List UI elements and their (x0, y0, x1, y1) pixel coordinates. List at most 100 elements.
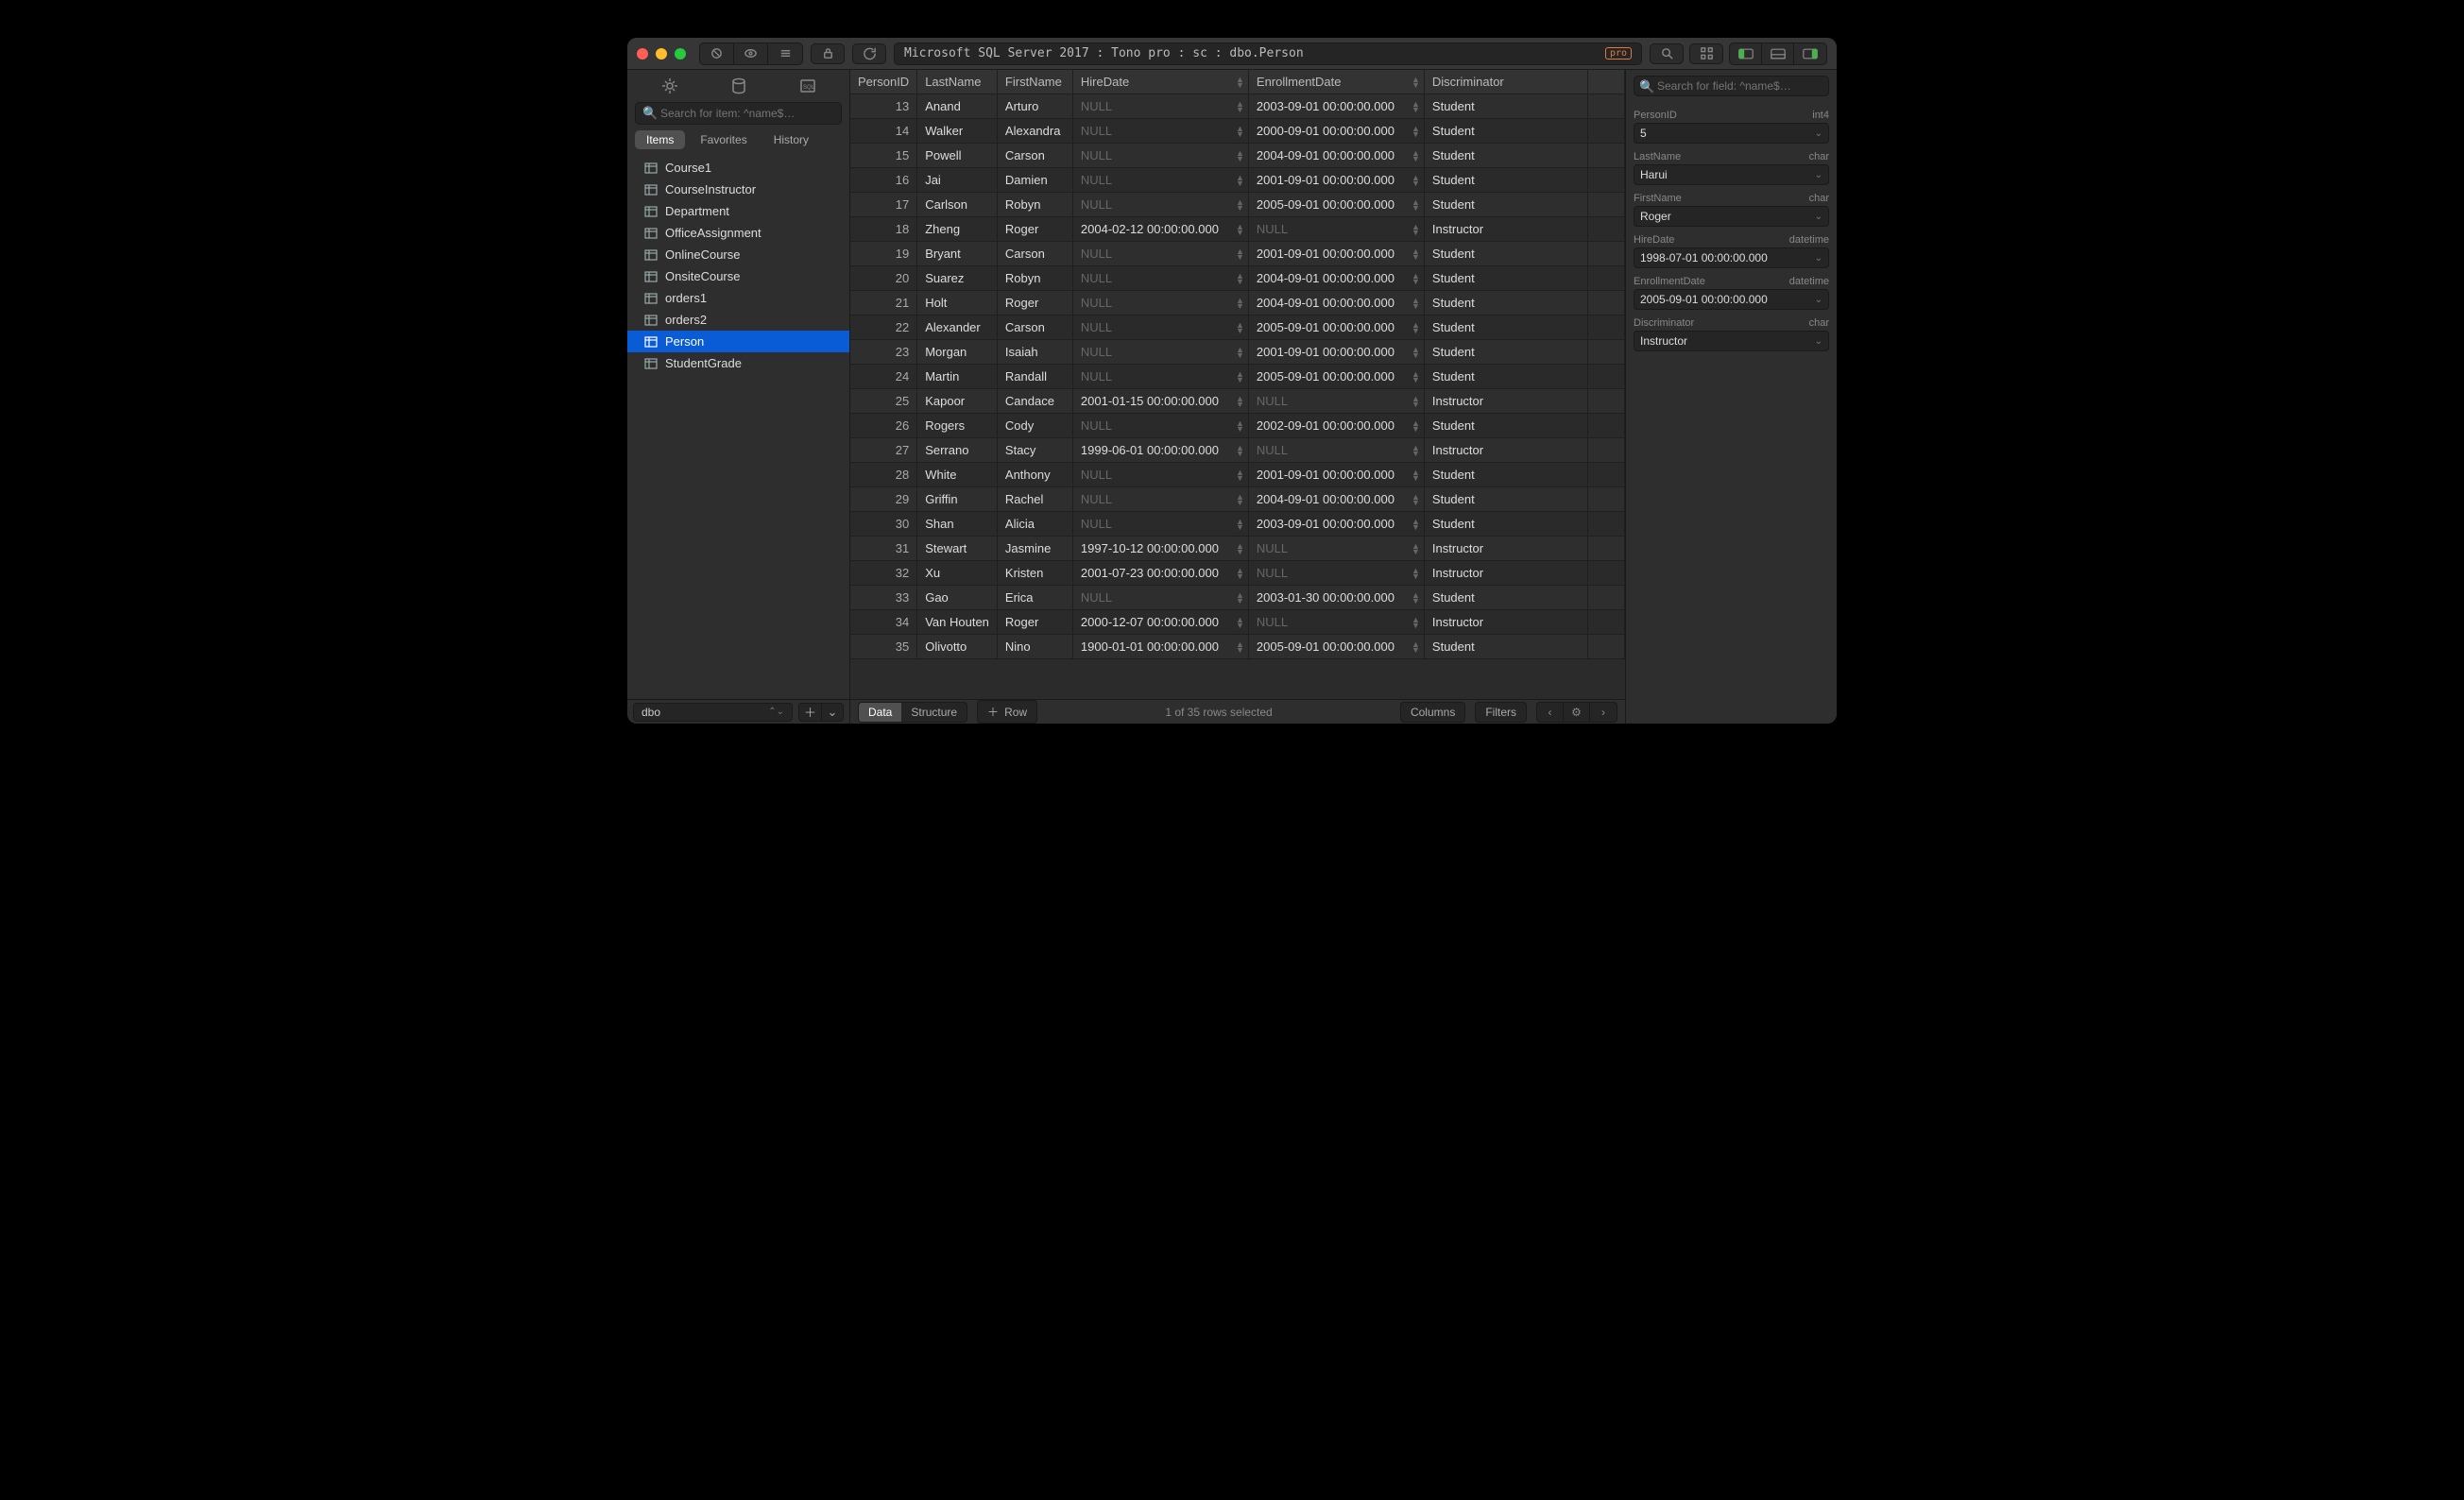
stepper-icon[interactable]: ▲▼ (1412, 126, 1420, 137)
refresh-button[interactable] (852, 43, 886, 64)
cell[interactable]: White (917, 463, 998, 487)
stepper-icon[interactable]: ▲▼ (1412, 175, 1420, 186)
cell[interactable]: Cody (997, 414, 1072, 438)
cell[interactable]: NULL▲▼ (1072, 291, 1248, 315)
table-row[interactable]: 15PowellCarsonNULL▲▼2004-09-01 00:00:00.… (850, 144, 1625, 168)
table-item-orders2[interactable]: orders2 (627, 309, 849, 331)
cell[interactable]: 16 (850, 168, 917, 193)
stepper-icon[interactable]: ▲▼ (1412, 420, 1420, 432)
cell[interactable]: 13 (850, 94, 917, 119)
stepper-icon[interactable]: ▲▼ (1412, 494, 1420, 505)
table-row[interactable]: 31StewartJasmine1997-10-12 00:00:00.000▲… (850, 537, 1625, 561)
disconnect-button[interactable] (700, 43, 734, 64)
cell[interactable]: Student (1424, 340, 1588, 365)
stepper-icon[interactable]: ▲▼ (1412, 396, 1420, 407)
cell[interactable]: Morgan (917, 340, 998, 365)
cell[interactable]: 29 (850, 487, 917, 512)
cell[interactable]: Olivotto (917, 635, 998, 659)
cell[interactable]: 21 (850, 291, 917, 315)
add-row-button[interactable]: ＋ Row (977, 700, 1037, 724)
right-panel-toggle[interactable] (1794, 43, 1826, 64)
stepper-icon[interactable]: ▲▼ (1236, 347, 1244, 358)
cell[interactable]: 14 (850, 119, 917, 144)
stepper-icon[interactable]: ▲▼ (1412, 347, 1420, 358)
stepper-icon[interactable]: ▲▼ (1236, 396, 1244, 407)
breadcrumb-path[interactable]: Microsoft SQL Server 2017 : Tono pro : s… (894, 43, 1642, 65)
cell[interactable]: 19 (850, 242, 917, 266)
cell[interactable]: 2005-09-01 00:00:00.000▲▼ (1248, 365, 1424, 389)
cell[interactable]: 1900-01-01 00:00:00.000▲▼ (1072, 635, 1248, 659)
stepper-icon[interactable]: ▲▼ (1236, 199, 1244, 211)
console-button[interactable] (768, 43, 802, 64)
cell[interactable]: 2002-09-01 00:00:00.000▲▼ (1248, 414, 1424, 438)
columns-button[interactable]: Columns (1400, 702, 1465, 723)
cell[interactable]: Isaiah (997, 340, 1072, 365)
cell[interactable]: Gao (917, 586, 998, 610)
cell[interactable]: Jai (917, 168, 998, 193)
cell[interactable]: Stacy (997, 438, 1072, 463)
stepper-icon[interactable]: ▲▼ (1412, 322, 1420, 333)
cell[interactable]: Erica (997, 586, 1072, 610)
column-header-lastname[interactable]: LastName (917, 70, 998, 94)
stepper-icon[interactable]: ▲▼ (1412, 101, 1420, 112)
cell[interactable]: 30 (850, 512, 917, 537)
cell[interactable]: Instructor (1424, 537, 1588, 561)
column-header-enrollmentdate[interactable]: EnrollmentDate▲▼ (1248, 70, 1424, 94)
close-window-button[interactable] (637, 48, 648, 60)
column-header-discriminator[interactable]: Discriminator (1424, 70, 1588, 94)
column-header-firstname[interactable]: FirstName (997, 70, 1072, 94)
stepper-icon[interactable]: ▲▼ (1236, 494, 1244, 505)
table-row[interactable]: 25KapoorCandace2001-01-15 00:00:00.000▲▼… (850, 389, 1625, 414)
cell[interactable]: Shan (917, 512, 998, 537)
cell[interactable]: 28 (850, 463, 917, 487)
cell[interactable]: 25 (850, 389, 917, 414)
cell[interactable]: NULL▲▼ (1248, 389, 1424, 414)
cell[interactable]: Arturo (997, 94, 1072, 119)
preview-button[interactable] (734, 43, 768, 64)
table-row[interactable]: 32XuKristen2001-07-23 00:00:00.000▲▼NULL… (850, 561, 1625, 586)
stepper-icon[interactable]: ▲▼ (1412, 641, 1420, 653)
table-actions-button[interactable]: ⌄ (821, 703, 844, 722)
sidebar-tab-queries[interactable] (646, 75, 693, 97)
table-row[interactable]: 14WalkerAlexandraNULL▲▼2000-09-01 00:00:… (850, 119, 1625, 144)
stepper-icon[interactable]: ▲▼ (1412, 469, 1420, 481)
cell[interactable]: NULL▲▼ (1072, 168, 1248, 193)
stepper-icon[interactable]: ▲▼ (1412, 273, 1420, 284)
table-row[interactable]: 27SerranoStacy1999-06-01 00:00:00.000▲▼N… (850, 438, 1625, 463)
cell[interactable]: Student (1424, 193, 1588, 217)
cell[interactable]: Carson (997, 144, 1072, 168)
stepper-icon[interactable]: ▲▼ (1236, 273, 1244, 284)
cell[interactable]: Student (1424, 94, 1588, 119)
cell[interactable]: Robyn (997, 193, 1072, 217)
cell[interactable]: Rachel (997, 487, 1072, 512)
cell[interactable]: NULL▲▼ (1072, 487, 1248, 512)
cell[interactable]: Student (1424, 315, 1588, 340)
cell[interactable]: 2005-09-01 00:00:00.000▲▼ (1248, 193, 1424, 217)
cell[interactable]: 23 (850, 340, 917, 365)
cell[interactable]: 26 (850, 414, 917, 438)
page-settings-button[interactable]: ⚙ (1564, 703, 1590, 722)
cell[interactable]: Alexander (917, 315, 998, 340)
cell[interactable]: 22 (850, 315, 917, 340)
cell[interactable]: NULL▲▼ (1072, 586, 1248, 610)
stepper-icon[interactable]: ▲▼ (1236, 371, 1244, 383)
cell[interactable]: Powell (917, 144, 998, 168)
stepper-icon[interactable]: ▲▼ (1236, 469, 1244, 481)
cell[interactable]: NULL▲▼ (1072, 315, 1248, 340)
sidebar-search-input[interactable] (635, 102, 842, 125)
view-tab-data[interactable]: Data (859, 703, 901, 722)
cell[interactable]: Instructor (1424, 438, 1588, 463)
stepper-icon[interactable]: ▲▼ (1236, 445, 1244, 456)
cell[interactable]: NULL▲▼ (1072, 193, 1248, 217)
filter-tab-items[interactable]: Items (635, 130, 685, 149)
cell[interactable]: Damien (997, 168, 1072, 193)
cell[interactable]: NULL▲▼ (1072, 242, 1248, 266)
cell[interactable]: 18 (850, 217, 917, 242)
table-item-courseinstructor[interactable]: CourseInstructor (627, 179, 849, 200)
table-row[interactable]: 22AlexanderCarsonNULL▲▼2005-09-01 00:00:… (850, 315, 1625, 340)
cell[interactable]: Candace (997, 389, 1072, 414)
cell[interactable]: 2004-09-01 00:00:00.000▲▼ (1248, 266, 1424, 291)
cell[interactable]: Holt (917, 291, 998, 315)
table-item-person[interactable]: Person (627, 331, 849, 352)
stepper-icon[interactable]: ▲▼ (1236, 519, 1244, 530)
